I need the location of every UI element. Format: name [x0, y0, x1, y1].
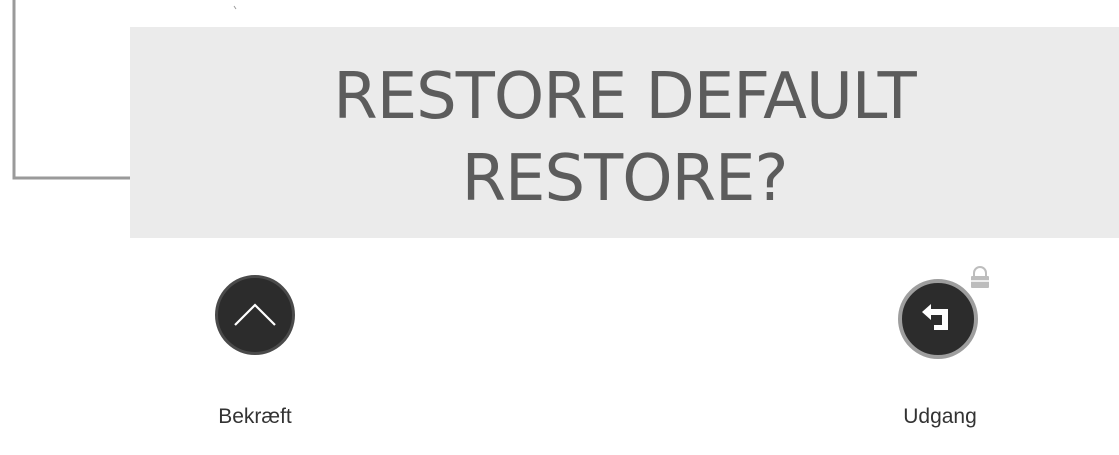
confirm-button[interactable]: [215, 275, 295, 355]
chevron-up-icon: [234, 303, 276, 326]
lock-icon: [971, 266, 989, 288]
confirm-label: Bekræft: [218, 405, 292, 428]
exit-label: Udgang: [903, 405, 977, 428]
display-title: RESTORE DEFAULT: [333, 60, 916, 134]
return-arrow-icon: [922, 304, 948, 330]
display-panel: RESTORE DEFAULT RESTORE?: [130, 27, 1119, 238]
display-prompt: RESTORE?: [461, 142, 789, 216]
